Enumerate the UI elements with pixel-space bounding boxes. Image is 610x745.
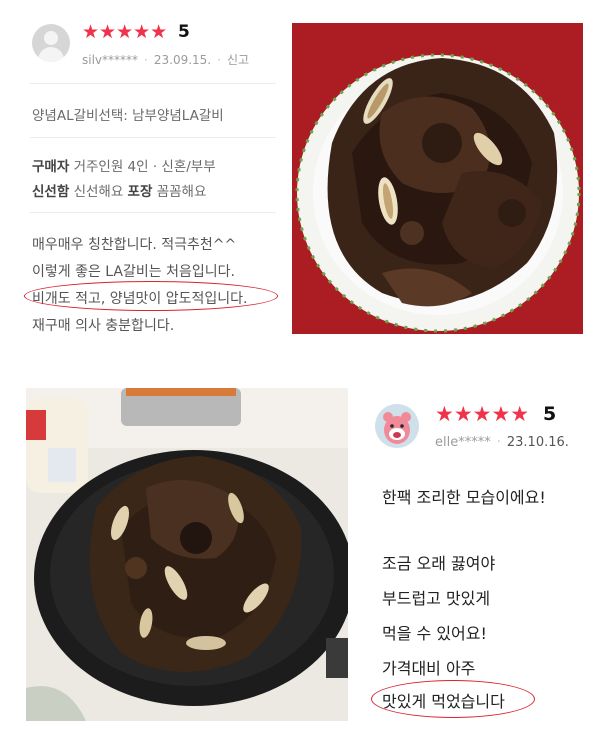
freshness-label: 신선함 — [32, 184, 70, 200]
buyer-value: 거주인원 4인 · 신혼/부부 — [73, 159, 216, 175]
review-photo[interactable] — [292, 23, 583, 334]
review-meta: silv****** · 23.09.15. · 신고 — [82, 53, 250, 67]
packaging-label: 포장 — [127, 184, 153, 200]
report-link[interactable]: 신고 — [227, 53, 249, 67]
reviewer-username: silv****** — [82, 53, 139, 67]
review-photo[interactable] — [26, 388, 348, 721]
evaluation-info: 신선함 신선해요 포장 꼼꼼해요 — [32, 180, 206, 200]
divider — [30, 212, 276, 213]
review-line: 가격대비 아주 — [382, 659, 476, 678]
rating-stars: ★★★★★ — [435, 402, 530, 426]
review-line: 이렇게 좋은 LA갈비는 처음입니다. — [32, 264, 235, 280]
buyer-label: 구매자 — [32, 159, 70, 175]
reviewer-avatar — [32, 24, 70, 62]
review-date: 23.10.16. — [506, 435, 569, 450]
freshness-value: 신선해요 — [73, 184, 124, 200]
highlight-circle — [371, 680, 535, 718]
ribs-pan-image — [26, 388, 348, 721]
ribs-plate-image — [292, 23, 583, 334]
review-date: 23.09.15. — [153, 53, 212, 67]
review-line: 매우매우 칭찬합니다. 적극추천^^ — [32, 237, 237, 253]
buyer-info: 구매자 거주인원 4인 · 신혼/부부 — [32, 155, 216, 175]
divider — [30, 83, 276, 84]
pink-character-icon — [375, 404, 419, 448]
review-line: 먹을 수 있어요! — [382, 624, 487, 643]
review-line: 재구매 의사 충분합니다. — [32, 318, 175, 334]
review-line: 조금 오래 끓여야 — [382, 554, 496, 573]
review-line: 한팩 조리한 모습이에요! — [382, 488, 546, 507]
reviewer-avatar — [375, 404, 419, 448]
review-line: 부드럽고 맛있게 — [382, 589, 491, 608]
review-meta: elle***** · 23.10.16. — [435, 435, 569, 450]
packaging-value: 꼼꼼해요 — [156, 184, 207, 200]
selected-option: 양념AL갈비선택: 남부양념LA갈비 — [32, 108, 224, 124]
highlight-circle — [24, 281, 278, 311]
rating-score: 5 — [543, 403, 557, 425]
rating-stars: ★★★★★ — [82, 21, 168, 43]
reviewer-username: elle***** — [435, 435, 491, 450]
divider — [30, 137, 276, 138]
rating-score: 5 — [178, 22, 190, 42]
